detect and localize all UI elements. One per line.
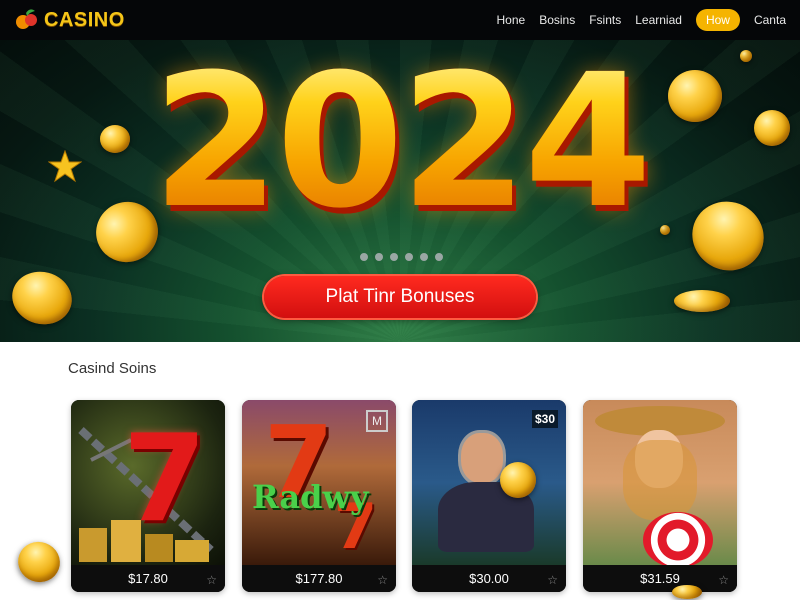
game-card[interactable]: 7 $17.80 ☆ <box>71 400 225 592</box>
favorite-star-icon[interactable]: ☆ <box>206 573 217 587</box>
game-price: $30.00 <box>469 571 509 586</box>
carousel-dot[interactable] <box>375 253 383 261</box>
target-icon <box>643 512 713 568</box>
nav-how[interactable]: How <box>695 9 740 31</box>
nav-bonuses[interactable]: Bosins <box>539 13 575 27</box>
logo[interactable]: CASINO <box>14 7 125 33</box>
game-card-footer: $30.00 ☆ <box>412 565 566 592</box>
game-card-footer: $31.59 ☆ <box>583 565 737 592</box>
play-bonuses-button[interactable]: Plat Tinr Bonuses <box>264 276 536 318</box>
nav-home[interactable]: Hone <box>497 13 526 27</box>
nav-learn[interactable]: Learniad <box>635 13 682 27</box>
favorite-star-icon[interactable]: ☆ <box>718 573 729 587</box>
carousel-dot[interactable] <box>390 253 398 261</box>
gold-coin-icon <box>674 290 730 312</box>
character-hair-icon <box>623 440 697 520</box>
fruit-logo-icon <box>16 9 37 29</box>
gold-coin-icon <box>672 585 702 599</box>
game-card[interactable]: $30 $30.00 ☆ <box>412 400 566 592</box>
game-price: $31.59 <box>640 571 680 586</box>
carousel-dot[interactable] <box>420 253 428 261</box>
top-navigation-bar: CASINO Hone Bosins Fsints Learniad How C… <box>0 0 800 40</box>
carousel-dot[interactable] <box>360 253 368 261</box>
game-art-crazy-seven: 7 7 Radwy M <box>242 400 396 565</box>
game-badge: $30 <box>531 410 558 428</box>
game-title-overlay: Radwy <box>252 478 369 516</box>
game-price: $17.80 <box>128 571 168 586</box>
nav-points[interactable]: Fsints <box>589 13 621 27</box>
game-card[interactable]: $31.59 ☆ <box>583 400 737 592</box>
casino-page: CASINO Hone Bosins Fsints Learniad How C… <box>0 0 800 600</box>
coin-stack-icon <box>79 520 209 562</box>
hero-banner: 2024 Plat Tinr Bonuses <box>0 40 800 342</box>
game-card[interactable]: 7 7 Radwy M $177.80 ☆ <box>242 400 396 592</box>
game-badge: M <box>366 410 388 432</box>
logo-text: CASINO <box>44 8 125 31</box>
game-art-cowgirl <box>583 400 737 568</box>
carousel-dot[interactable] <box>435 253 443 261</box>
carousel-dot[interactable] <box>405 253 413 261</box>
carousel-dots <box>360 253 443 261</box>
hero-year-title: 2024 <box>0 42 800 242</box>
game-card-footer: $17.80 ☆ <box>71 565 225 592</box>
game-art-gold-miner: $30 <box>412 400 566 565</box>
nav-contact[interactable]: Canta <box>754 13 786 27</box>
section-title: Casind Soins <box>68 360 157 377</box>
game-card-footer: $177.80 ☆ <box>242 565 396 592</box>
main-nav: Hone Bosins Fsints Learniad How Canta <box>497 0 786 40</box>
gold-coin-icon <box>12 536 66 588</box>
favorite-star-icon[interactable]: ☆ <box>377 573 388 587</box>
gold-coin-icon <box>500 462 536 498</box>
favorite-star-icon[interactable]: ☆ <box>547 573 558 587</box>
character-head-icon <box>458 430 506 486</box>
game-art-red-seven: 7 <box>71 400 225 565</box>
game-price: $177.80 <box>295 571 343 586</box>
